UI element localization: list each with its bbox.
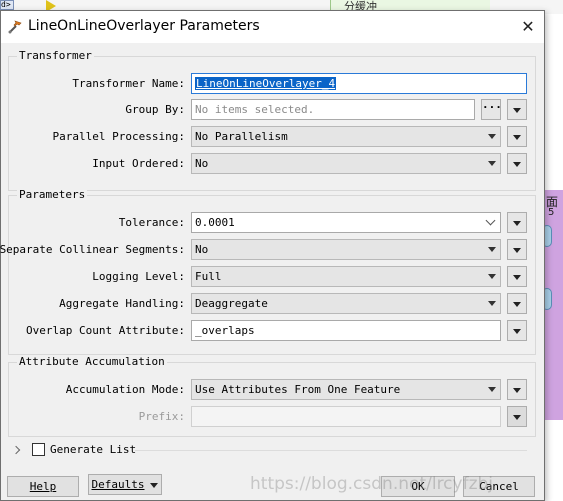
collinear-row: Separate Collinear Segments: No <box>0 239 535 261</box>
group-by-row: Group By: No items selected. ··· <box>9 99 535 121</box>
prefix-row: Prefix: <box>9 406 535 428</box>
generate-list-label[interactable]: Generate List <box>50 443 136 456</box>
ok-button[interactable]: OK <box>381 476 455 497</box>
parallel-processing-row: Parallel Processing: No Parallelism <box>9 126 535 148</box>
chevron-down-icon <box>513 275 521 280</box>
dialog-titlebar[interactable]: LineOnLineOverlayer Parameters ✕ <box>1 11 544 43</box>
aggregate-handling-label: Aggregate Handling: <box>59 297 185 310</box>
dropdown-arrow-icon <box>488 387 496 392</box>
transformer-name-input[interactable]: LineOnLineOverlayer_4 <box>191 73 527 94</box>
aggregate-handling-select[interactable]: Deaggregate <box>191 293 501 314</box>
logging-level-label: Logging Level: <box>92 270 185 283</box>
dropdown-arrow-icon <box>488 134 496 139</box>
attribute-accumulation-section: Attribute Accumulation Accumulation Mode… <box>8 355 536 437</box>
tolerance-label: Tolerance: <box>118 216 185 229</box>
generate-list-checkbox[interactable] <box>32 443 45 456</box>
chevron-down-icon <box>513 135 521 140</box>
cancel-button[interactable]: Cancel <box>463 476 535 497</box>
transformer-name-row: Transformer Name: LineOnLineOverlayer_4 <box>9 73 535 95</box>
collinear-select[interactable]: No <box>191 239 501 260</box>
cancel-button-label: Cancel <box>479 480 519 493</box>
dropdown-arrow-icon <box>488 247 496 252</box>
help-button-label: Help <box>29 480 57 493</box>
collinear-label: Separate Collinear Segments: <box>0 243 185 256</box>
canvas-port-chip: d> <box>0 0 14 10</box>
input-ordered-options-button[interactable] <box>507 153 527 174</box>
accumulation-mode-options-button[interactable] <box>507 379 527 400</box>
collinear-value: No <box>195 243 209 256</box>
prefix-options-button[interactable] <box>507 406 527 427</box>
input-ordered-row: Input Ordered: No <box>9 153 535 175</box>
chevron-down-icon <box>513 329 521 334</box>
dialog-title: LineOnLineOverlayer Parameters <box>28 18 260 34</box>
parallel-processing-value: No Parallelism <box>195 130 288 143</box>
group-by-options-button[interactable] <box>507 99 527 120</box>
canvas-purple-node-number: 5 <box>548 207 555 218</box>
section-title: Transformer <box>17 49 94 62</box>
parallel-processing-label: Parallel Processing: <box>52 130 185 143</box>
group-by-label: Group By: <box>125 103 185 116</box>
generate-list-row: Generate List <box>11 443 527 461</box>
accumulation-mode-select[interactable]: Use Attributes From One Feature <box>191 379 501 400</box>
input-ordered-select[interactable]: No <box>191 153 501 174</box>
aggregate-handling-value: Deaggregate <box>195 297 268 310</box>
logging-level-options-button[interactable] <box>507 266 527 287</box>
input-ordered-label: Input Ordered: <box>92 157 185 170</box>
defaults-button[interactable]: Defaults <box>88 474 162 495</box>
transformer-section: Transformer Transformer Name: LineOnLine… <box>8 49 536 191</box>
parallel-processing-select[interactable]: No Parallelism <box>191 126 501 147</box>
help-button[interactable]: Help <box>7 476 79 497</box>
parameters-dialog: LineOnLineOverlayer Parameters ✕ Transfo… <box>0 10 545 501</box>
defaults-button-label: Defaults <box>91 478 145 491</box>
aggregate-handling-options-button[interactable] <box>507 293 527 314</box>
dropdown-arrow-icon <box>488 274 496 279</box>
logging-level-select[interactable]: Full <box>191 266 501 287</box>
group-by-input[interactable]: No items selected. <box>191 99 475 120</box>
dropdown-arrow-icon <box>488 301 496 306</box>
section-title: Attribute Accumulation <box>17 355 167 368</box>
overlap-count-label: Overlap Count Attribute: <box>26 324 185 337</box>
chevron-down-icon <box>513 162 521 167</box>
transformer-name-value: LineOnLineOverlayer_4 <box>195 77 337 90</box>
parameters-section: Parameters Tolerance: 0.0001 Separate Co… <box>0 188 536 355</box>
transformer-icon <box>8 20 22 34</box>
divider <box>135 450 527 451</box>
chevron-down-icon <box>513 221 521 226</box>
tolerance-row: Tolerance: 0.0001 <box>9 212 535 234</box>
collinear-options-button[interactable] <box>507 239 527 260</box>
section-title: Parameters <box>17 188 88 201</box>
canvas-port-chip-label: d> <box>1 0 11 9</box>
dropdown-arrow-icon <box>488 161 496 166</box>
input-ordered-value: No <box>195 157 209 170</box>
accumulation-mode-label: Accumulation Mode: <box>65 383 185 396</box>
chevron-down-icon[interactable] <box>485 215 496 226</box>
tolerance-options-button[interactable] <box>507 212 527 233</box>
chevron-down-icon <box>513 108 521 113</box>
chevron-down-icon <box>150 482 159 488</box>
overlap-count-input[interactable]: _overlaps <box>191 320 501 341</box>
accumulation-mode-value: Use Attributes From One Feature <box>195 383 401 396</box>
ok-button-label: OK <box>411 480 425 493</box>
overlap-count-value: _overlaps <box>195 324 255 337</box>
aggregate-handling-row: Aggregate Handling: Deaggregate <box>9 293 535 315</box>
overlap-count-options-button[interactable] <box>507 320 527 341</box>
chevron-down-icon <box>513 248 521 253</box>
chevron-down-icon <box>513 415 521 420</box>
prefix-input[interactable] <box>191 406 501 427</box>
tolerance-value: 0.0001 <box>195 216 235 229</box>
chevron-down-icon <box>513 388 521 393</box>
group-by-browse-button[interactable]: ··· <box>481 99 502 120</box>
overlap-count-row: Overlap Count Attribute: _overlaps <box>9 320 535 342</box>
chevron-down-icon <box>513 302 521 307</box>
logging-level-value: Full <box>195 270 222 283</box>
accumulation-mode-row: Accumulation Mode: Use Attributes From O… <box>9 379 535 401</box>
tolerance-input[interactable]: 0.0001 <box>191 212 501 233</box>
prefix-label: Prefix: <box>138 410 185 423</box>
chevron-right-icon[interactable] <box>11 445 21 455</box>
transformer-name-label: Transformer Name: <box>72 77 185 90</box>
logging-level-row: Logging Level: Full <box>9 266 535 288</box>
parallel-processing-options-button[interactable] <box>507 126 527 147</box>
close-icon[interactable]: ✕ <box>516 15 540 39</box>
